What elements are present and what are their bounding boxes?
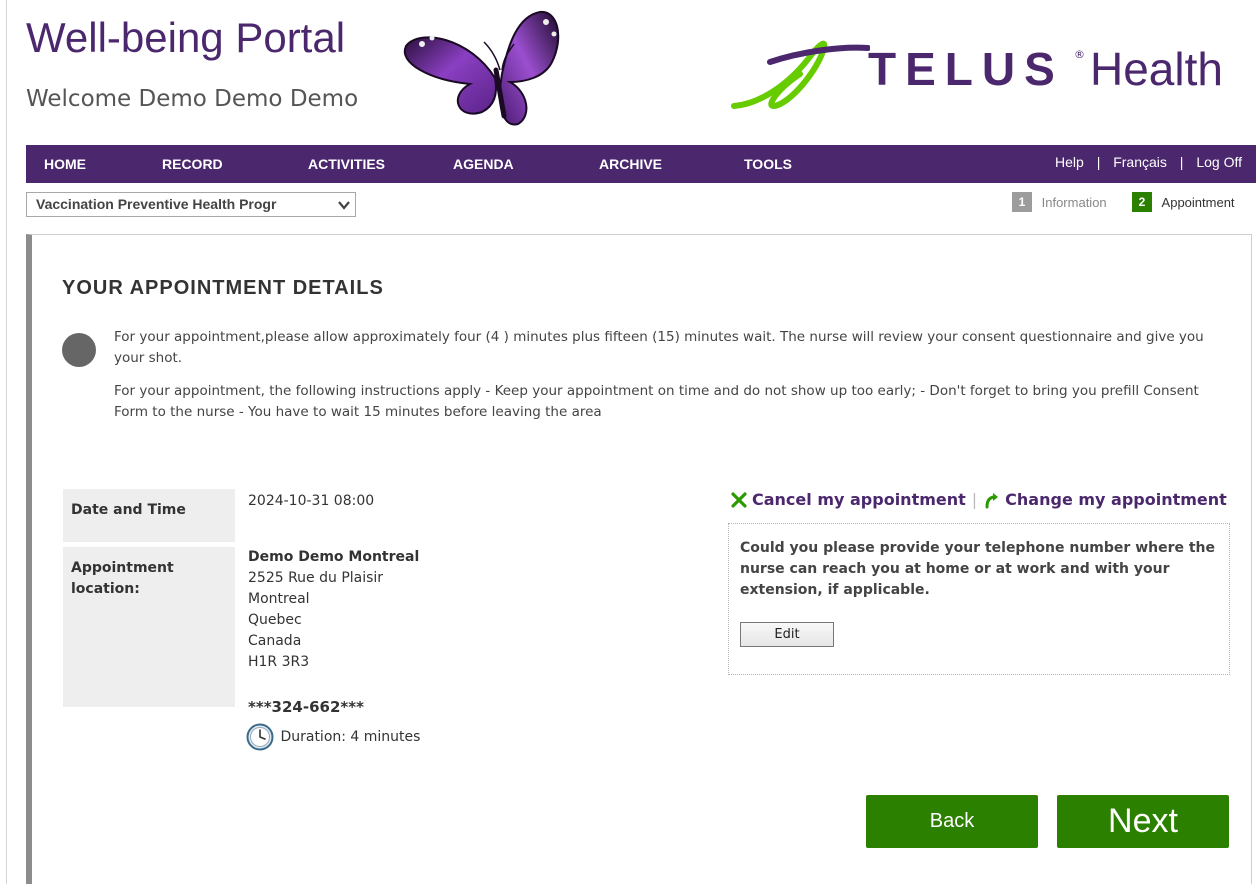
portal-header: Well-being Portal Welcome Demo Demo Demo (0, 0, 1256, 144)
nav-utility-links: Help | Français | Log Off (1055, 154, 1242, 170)
redo-arrow-icon[interactable] (983, 491, 1001, 509)
location-address: Demo Demo Montreal 2525 Rue du Plaisir M… (248, 547, 419, 673)
step-1-label: Information (1041, 194, 1107, 210)
page-title: YOUR APPOINTMENT DETAILS (62, 277, 384, 299)
chevron-down-icon (338, 201, 350, 210)
location-name: Demo Demo Montreal (248, 549, 420, 565)
portal-title: Well-being Portal (26, 14, 346, 61)
duration-text: Duration: 4 minutes (280, 729, 421, 745)
nav-archive[interactable]: ARCHIVE (599, 156, 662, 172)
location-phone: ***324-662*** (248, 698, 364, 716)
location-label: Appointment location: (63, 547, 235, 707)
duration-row: Duration: 4 minutes (246, 723, 420, 751)
telus-health-logo: TELUS ® Health (730, 34, 1250, 114)
change-appointment-link[interactable]: Change my appointment (1005, 490, 1227, 509)
location-city: Montreal (248, 591, 310, 607)
appointment-instructions-text: For your appointment, the following inst… (114, 383, 1199, 420)
phone-request-box: Could you please provide your telephone … (728, 523, 1230, 675)
help-link[interactable]: Help (1055, 154, 1084, 170)
program-select-value: Vaccination Preventive Health Progr (36, 196, 277, 212)
edit-phone-button[interactable]: Edit (740, 622, 834, 647)
location-province: Quebec (248, 612, 302, 628)
butterfly-logo-icon (403, 10, 560, 126)
main-nav: HOME RECORD ACTIVITIES AGENDA ARCHIVE TO… (26, 145, 1256, 183)
nav-activities[interactable]: ACTIVITIES (308, 156, 385, 172)
nav-record[interactable]: RECORD (162, 156, 223, 172)
step-2-label: Appointment (1161, 194, 1235, 210)
appointment-actions: Cancel my appointment | Change my appoint… (730, 489, 1227, 509)
progress-steps: 1 Information 2 Appointment (1012, 192, 1235, 214)
logoff-link[interactable]: Log Off (1196, 154, 1242, 170)
cancel-appointment-link[interactable]: Cancel my appointment (752, 490, 966, 509)
welcome-message: Welcome Demo Demo Demo (26, 86, 359, 112)
next-button[interactable]: Next (1057, 795, 1229, 848)
step-2-number: 2 (1131, 192, 1152, 212)
telus-registered-mark: ® (1074, 48, 1085, 61)
phone-request-text: Could you please provide your telephone … (740, 540, 1216, 598)
appointment-info-text: For your appointment,please allow approx… (114, 329, 1204, 366)
date-time-value: 2024-10-31 08:00 (248, 493, 375, 509)
date-time-label: Date and Time (63, 489, 235, 542)
language-link[interactable]: Français (1113, 154, 1167, 170)
location-country: Canada (248, 633, 302, 649)
step-1-number: 1 (1012, 192, 1032, 212)
nav-home[interactable]: HOME (44, 156, 86, 172)
telus-wordmark: TELUS (868, 43, 1064, 95)
nav-tools[interactable]: TOOLS (744, 156, 792, 172)
actions-separator: | (971, 490, 978, 509)
cross-icon[interactable] (730, 491, 748, 509)
telus-health-word: Health (1090, 43, 1223, 95)
location-postal: H1R 3R3 (248, 654, 310, 670)
location-street: 2525 Rue du Plaisir (248, 570, 384, 586)
program-select[interactable]: Vaccination Preventive Health Progr (26, 192, 356, 217)
back-button[interactable]: Back (866, 795, 1038, 848)
nav-separator: | (1179, 154, 1184, 170)
clock-icon (246, 723, 274, 751)
nav-separator: | (1096, 154, 1101, 170)
telus-mark-icon (731, 40, 870, 109)
info-dot-icon (62, 333, 96, 367)
appointment-panel: YOUR APPOINTMENT DETAILS For your appoin… (26, 234, 1252, 884)
nav-agenda[interactable]: AGENDA (453, 156, 514, 172)
